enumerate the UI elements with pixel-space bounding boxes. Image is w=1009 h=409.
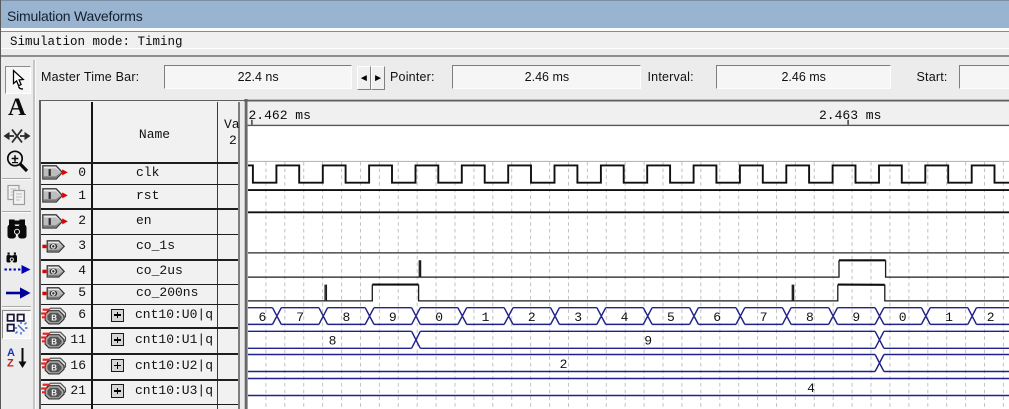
svg-text:6: 6 — [258, 310, 266, 325]
svg-text:6: 6 — [713, 310, 721, 325]
svg-text:4: 4 — [807, 381, 815, 396]
svg-text:9: 9 — [852, 310, 860, 325]
svg-text:2: 2 — [987, 310, 995, 325]
svg-text:5: 5 — [667, 310, 675, 325]
svg-text:7: 7 — [760, 310, 768, 325]
svg-text:1: 1 — [482, 310, 490, 325]
svg-text:Z: Z — [7, 358, 14, 370]
svg-text:B: B — [51, 364, 57, 373]
svg-text:B: B — [51, 313, 57, 322]
svg-text:9: 9 — [644, 334, 652, 349]
svg-text:2: 2 — [528, 310, 536, 325]
svg-text:0: 0 — [435, 310, 443, 325]
svg-text:2: 2 — [560, 357, 568, 372]
svg-text:8: 8 — [329, 334, 337, 349]
svg-text:4: 4 — [621, 310, 629, 325]
svg-text:9: 9 — [389, 310, 397, 325]
svg-text:B: B — [51, 389, 57, 398]
svg-text:1: 1 — [945, 310, 953, 325]
svg-text:8: 8 — [342, 310, 350, 325]
svg-text:8: 8 — [806, 310, 814, 325]
svg-text:7: 7 — [296, 310, 304, 325]
svg-text:B: B — [51, 338, 57, 347]
svg-text:0: 0 — [899, 310, 907, 325]
svg-text:3: 3 — [574, 310, 582, 325]
